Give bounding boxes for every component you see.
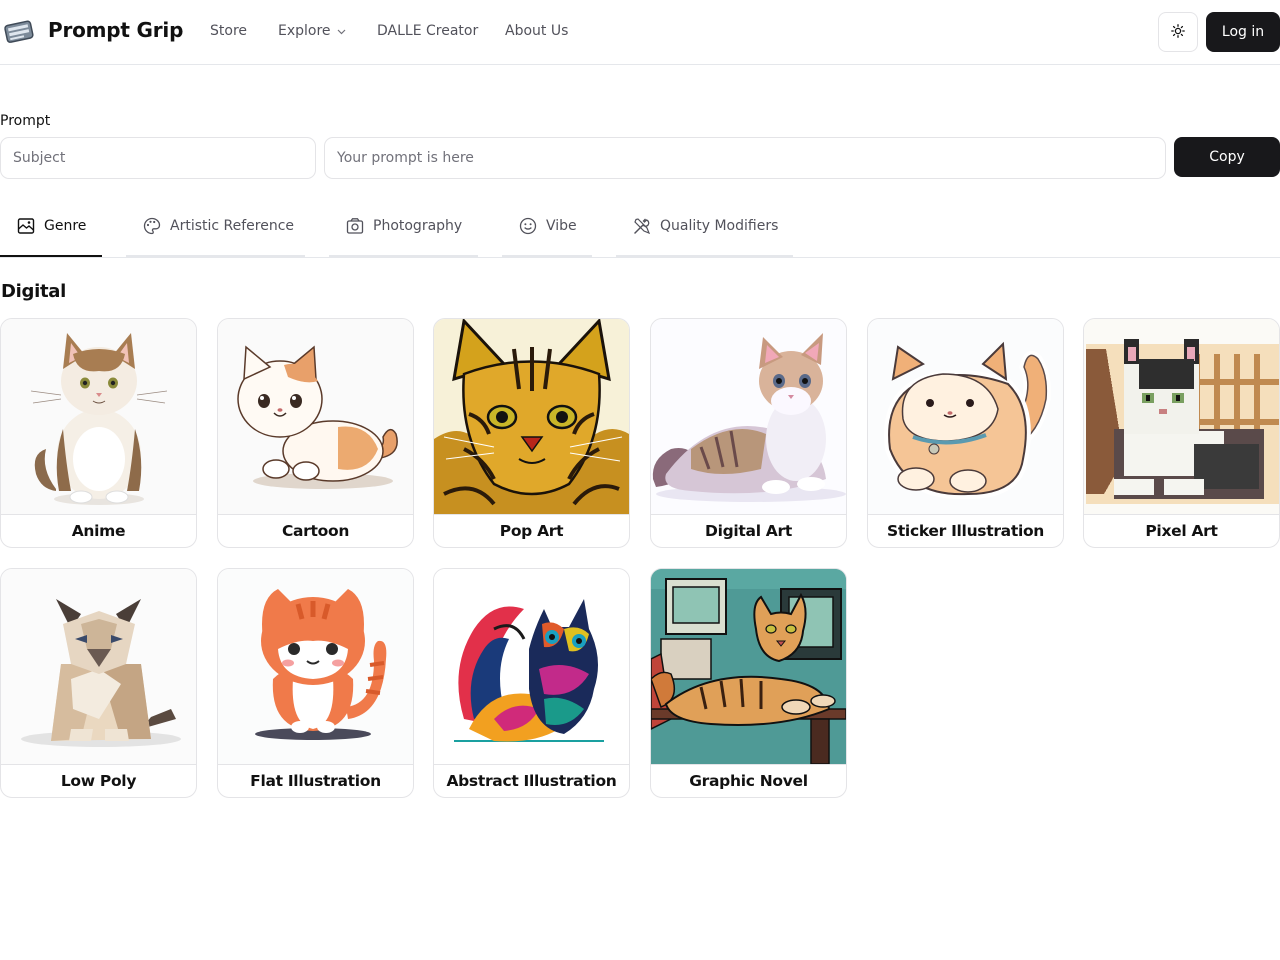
- style-card-digital-art[interactable]: Digital Art: [650, 318, 847, 548]
- copy-button[interactable]: Copy: [1174, 137, 1280, 177]
- style-card-cartoon[interactable]: Cartoon: [217, 318, 414, 548]
- subject-input[interactable]: [0, 137, 316, 179]
- pixel-art-cat-image: [1084, 319, 1279, 514]
- style-card-label: Digital Art: [651, 514, 846, 547]
- tab-photography-label: Photography: [373, 218, 463, 234]
- category-tabs: Genre Artistic Reference Photography Vib…: [0, 197, 1280, 258]
- graphic-novel-cat-image: [651, 569, 846, 764]
- style-card-label: Flat Illustration: [218, 764, 413, 797]
- style-card-label: Cartoon: [218, 514, 413, 547]
- pop-art-cat-image: [434, 319, 629, 514]
- style-card-abstract-illustration[interactable]: Abstract Illustration: [433, 568, 630, 798]
- genre-icon: [17, 217, 44, 235]
- style-card-flat-illustration[interactable]: Flat Illustration: [217, 568, 414, 798]
- sun-icon: [1171, 23, 1185, 42]
- tab-vibe-label: Vibe: [546, 218, 577, 234]
- tab-artistic-reference-label: Artistic Reference: [170, 218, 295, 234]
- style-card-label: Sticker Illustration: [868, 514, 1063, 547]
- digital-art-cat-image: [651, 319, 846, 514]
- style-card-sticker-illustration[interactable]: Sticker Illustration: [867, 318, 1064, 548]
- prompt-output-field[interactable]: [324, 137, 1166, 179]
- nav-dalle-creator[interactable]: DALLE Creator: [377, 23, 478, 39]
- login-button[interactable]: Log in: [1206, 12, 1280, 52]
- theme-toggle-button[interactable]: [1158, 12, 1198, 52]
- nav-store[interactable]: Store: [210, 23, 247, 39]
- nav-explore-label: Explore: [278, 23, 331, 39]
- tab-quality-modifiers-label: Quality Modifiers: [660, 218, 779, 234]
- tab-quality-modifiers[interactable]: Quality Modifiers: [616, 197, 793, 257]
- tab-genre[interactable]: Genre: [0, 197, 102, 257]
- style-card-pop-art[interactable]: Pop Art: [433, 318, 630, 548]
- brand-name[interactable]: Prompt Grip: [48, 18, 183, 42]
- abstract-illustration-cat-image: [434, 569, 629, 764]
- style-card-graphic-novel[interactable]: Graphic Novel: [650, 568, 847, 798]
- logo-icon[interactable]: [3, 17, 37, 47]
- tab-vibe[interactable]: Vibe: [502, 197, 592, 257]
- top-navbar: Prompt Grip Store Explore DALLE Creator …: [0, 0, 1280, 65]
- palette-icon: [143, 217, 170, 235]
- style-card-low-poly[interactable]: Low Poly: [0, 568, 197, 798]
- nav-explore[interactable]: Explore: [278, 23, 346, 39]
- style-card-label: Abstract Illustration: [434, 764, 629, 797]
- nav-about-us[interactable]: About Us: [505, 23, 568, 39]
- style-card-label: Anime: [1, 514, 196, 547]
- tab-photography[interactable]: Photography: [329, 197, 478, 257]
- flat-illustration-cat-image: [218, 569, 413, 764]
- sticker-cat-image: [868, 319, 1063, 514]
- prompt-label: Prompt: [0, 113, 51, 129]
- style-card-label: Low Poly: [1, 764, 196, 797]
- chevron-down-icon: [337, 23, 346, 39]
- section-title: Digital: [1, 281, 66, 302]
- cartoon-cat-image: [218, 319, 413, 514]
- tools-icon: [633, 217, 660, 235]
- camera-icon: [346, 217, 373, 235]
- style-card-label: Pixel Art: [1084, 514, 1279, 547]
- smiley-icon: [519, 217, 546, 235]
- anime-cat-image: [1, 319, 196, 514]
- tab-genre-label: Genre: [44, 218, 87, 234]
- style-card-pixel-art[interactable]: Pixel Art: [1083, 318, 1280, 548]
- low-poly-cat-image: [1, 569, 196, 764]
- style-card-anime[interactable]: Anime: [0, 318, 197, 548]
- tab-artistic-reference[interactable]: Artistic Reference: [126, 197, 305, 257]
- style-card-label: Graphic Novel: [651, 764, 846, 797]
- style-card-label: Pop Art: [434, 514, 629, 547]
